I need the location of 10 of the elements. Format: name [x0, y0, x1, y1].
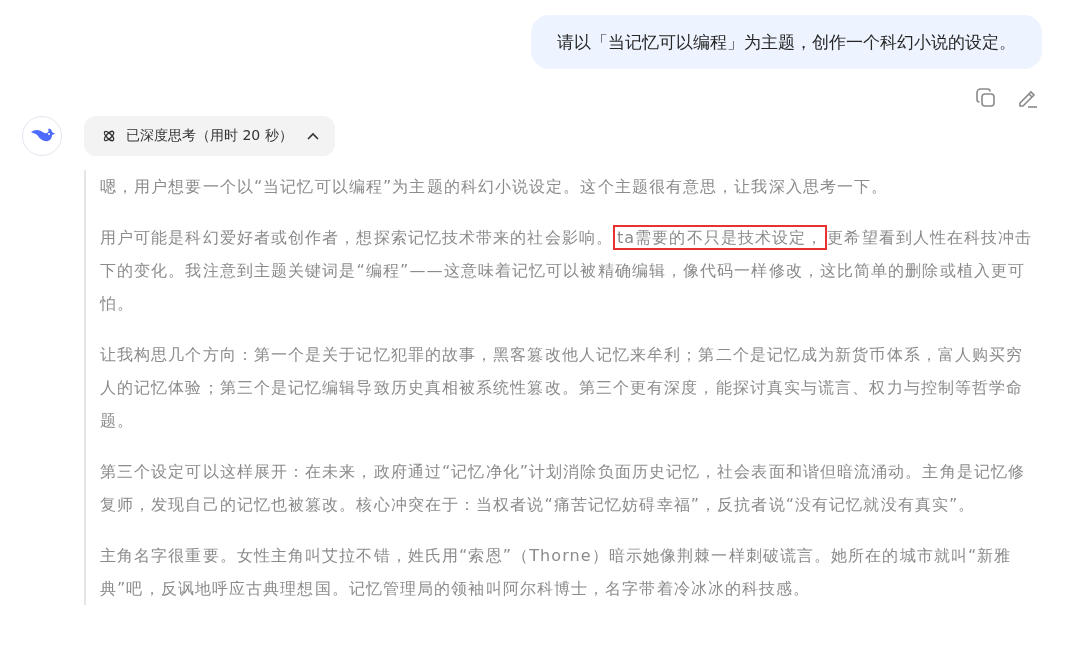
chevron-up-icon: [306, 132, 319, 140]
thought-paragraph: 让我构思几个方向：第一个是关于记忆犯罪的故事，黑客篡改他人记忆来牟利；第二个是记忆成为新货币体系，富人购买穷人的记忆体验；第三个是记忆编辑导致历史真相被系统性篡改。第三个更有深度，能探讨真实与谎言、权力与控制等哲学命题。: [100, 344, 1025, 432]
thought-paragraph: 用户可能是科幻爱好者或创作者，想探索记忆技术带来的社会影响。 ta需要的不只是技术设定， 更希望看到人性在科技冲击下的变化。我注意到主题关键词是“编程”——这意味着记忆可以被精确编辑，像代码一样修改，这比简单的删除或植入更可怕。: [100, 221, 1042, 320]
thought-paragraph: 第三个设定可以这样展开：在未来，政府通过“记忆净化”计划消除负面历史记忆，社会表面和谐但暗流涌动。主角是记忆修复师，发现自己的记忆也被篡改。核心冲突在于：当权者说“痛苦记忆妨碍幸福”，反抗者说“没有记忆就没有真实”。: [100, 461, 1027, 516]
copy-icon[interactable]: [974, 86, 998, 110]
user-message: 请以「当记忆可以编程」为主题，创作一个科幻小说的设定。: [531, 15, 1042, 69]
thought-paragraph: 嗯，用户想要一个以“当记忆可以编程”为主题的科幻小说设定。这个主题很有意思，让我深入思考一下。: [100, 176, 890, 198]
thought-paragraph: 主角名字很重要。女性主角叫艾拉不错，姓氏用“索恩”（Thorne）暗示她像荆棘一样刺破谎言。她所在的城市就叫“新雅典”吧，反讽地呼应古典理想国。记忆管理局的领袖叫阿尔科博士，名字带着冷冰冰的科技感。: [100, 545, 1013, 600]
atom-icon: [102, 129, 116, 143]
thinking-toggle[interactable]: 已深度思考（用时 20 秒）: [84, 116, 335, 156]
